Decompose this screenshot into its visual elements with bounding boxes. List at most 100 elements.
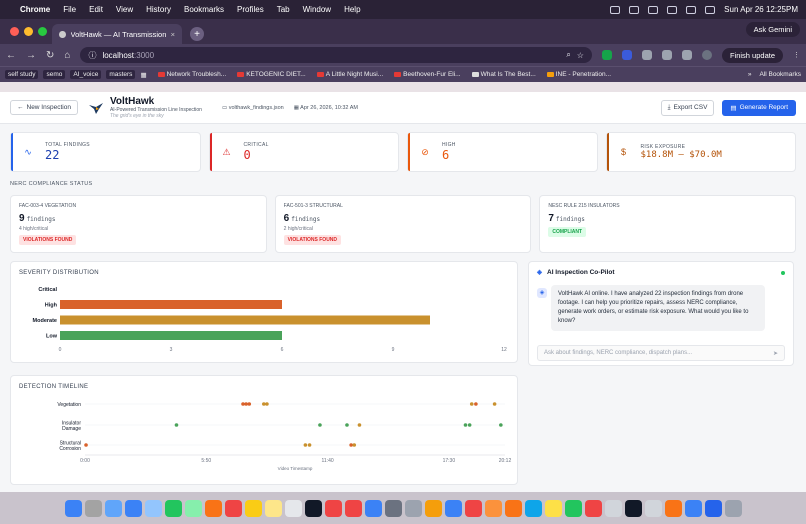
dock-app-icon[interactable] bbox=[464, 499, 482, 517]
reload-icon[interactable]: ↻ bbox=[46, 50, 54, 61]
dock-app-icon[interactable] bbox=[584, 499, 602, 517]
home-icon[interactable]: ⌂ bbox=[64, 50, 70, 61]
finish-update-button[interactable]: Finish update bbox=[721, 47, 783, 63]
status-icon[interactable] bbox=[629, 5, 640, 14]
dock-app-icon[interactable] bbox=[124, 499, 142, 517]
close-tab-icon[interactable]: × bbox=[171, 30, 175, 39]
copilot-input[interactable]: Ask about findings, NERC compliance, dis… bbox=[537, 345, 785, 361]
menu-file[interactable]: File bbox=[63, 5, 76, 14]
dock-app-icon[interactable] bbox=[504, 499, 522, 517]
menu-bookmarks[interactable]: Bookmarks bbox=[184, 5, 224, 14]
extensions-puzzle-icon[interactable] bbox=[641, 50, 652, 60]
sidepanel-icon[interactable] bbox=[661, 50, 672, 60]
menubar-clock[interactable]: Sun Apr 26 12:25PM bbox=[724, 5, 798, 14]
dock-app-icon[interactable] bbox=[284, 499, 302, 517]
dock-app-icon[interactable] bbox=[664, 499, 682, 517]
document-icon: ▤ bbox=[730, 104, 737, 112]
youtube-icon bbox=[316, 72, 324, 77]
browser-tab-active[interactable]: VoltHawk — AI Transmission L × bbox=[52, 24, 182, 44]
menu-window[interactable]: Window bbox=[303, 5, 331, 14]
menu-tab[interactable]: Tab bbox=[277, 5, 290, 14]
dock-app-icon[interactable] bbox=[644, 499, 662, 517]
dock-app-icon[interactable] bbox=[704, 499, 722, 517]
timeline-category-label: Insulator Damage bbox=[62, 420, 82, 432]
dock-app-icon[interactable] bbox=[164, 499, 182, 517]
new-tab-button[interactable]: + bbox=[190, 27, 204, 41]
menu-history[interactable]: History bbox=[146, 5, 171, 14]
dock-app-icon[interactable] bbox=[724, 499, 742, 517]
export-csv-button[interactable]: ⤓ Export CSV bbox=[660, 99, 715, 116]
dock-app-icon[interactable] bbox=[84, 499, 102, 517]
timeline-x-axis-label: Video Timestamp bbox=[278, 466, 313, 471]
youtube-icon bbox=[157, 72, 165, 77]
menu-app[interactable]: Chrome bbox=[20, 5, 50, 14]
dock-app-icon[interactable] bbox=[324, 499, 342, 517]
volume-icon[interactable] bbox=[648, 5, 659, 14]
calendar-icon: ▦ bbox=[293, 104, 299, 111]
new-inspection-button[interactable]: ← New Inspection bbox=[10, 100, 78, 115]
send-icon[interactable]: ➤ bbox=[773, 350, 778, 357]
menu-profiles[interactable]: Profiles bbox=[237, 5, 264, 14]
dock-app-icon[interactable] bbox=[444, 499, 462, 517]
dock-app-icon[interactable] bbox=[484, 499, 502, 517]
apps-grid-icon[interactable]: ▦ bbox=[140, 71, 146, 79]
dock-app-icon[interactable] bbox=[104, 499, 122, 517]
bookmark-item[interactable]: What Is The Best... bbox=[471, 71, 536, 78]
bookmarks-overflow-icon[interactable]: » bbox=[748, 71, 752, 78]
bookmark-item[interactable]: KETOGENIC DIET... bbox=[237, 71, 306, 78]
dock-app-icon[interactable] bbox=[64, 499, 82, 517]
maximize-window-button[interactable] bbox=[38, 27, 47, 36]
bookmark-star-icon[interactable]: ☆ bbox=[577, 51, 584, 60]
dock-app-icon[interactable] bbox=[344, 499, 362, 517]
bookmark-item[interactable]: INE - Penetration... bbox=[546, 71, 611, 78]
battery-icon[interactable] bbox=[667, 5, 678, 14]
bookmark-item[interactable]: Network Troublesh... bbox=[157, 71, 226, 78]
bookmark-item[interactable]: Beethoven-Fur Eli... bbox=[394, 71, 461, 78]
extension-icon[interactable] bbox=[621, 50, 632, 60]
profile-avatar[interactable] bbox=[701, 50, 712, 60]
menu-kebab-icon[interactable]: ⋮ bbox=[793, 51, 800, 59]
dock-app-icon[interactable] bbox=[264, 499, 282, 517]
menu-view[interactable]: View bbox=[116, 5, 133, 14]
dock-app-icon[interactable] bbox=[544, 499, 562, 517]
site-info-icon[interactable]: ⓘ bbox=[88, 50, 96, 61]
wifi-icon[interactable] bbox=[686, 5, 697, 14]
dock-app-icon[interactable] bbox=[204, 499, 222, 517]
search-icon[interactable] bbox=[705, 5, 716, 14]
extension-icon[interactable] bbox=[601, 50, 612, 60]
dock-app-icon[interactable] bbox=[404, 499, 422, 517]
dock-app-icon[interactable] bbox=[564, 499, 582, 517]
zoom-icon[interactable]: ⌕ bbox=[566, 50, 570, 60]
bookmark-item[interactable]: A Little Night Musi... bbox=[316, 71, 383, 78]
generate-report-button[interactable]: ▤ Generate Report bbox=[722, 99, 796, 116]
ask-gemini-button[interactable]: Ask Gemini bbox=[745, 22, 800, 37]
dock-app-icon[interactable] bbox=[144, 499, 162, 517]
minimize-window-button[interactable] bbox=[24, 27, 33, 36]
dock-app-icon[interactable] bbox=[224, 499, 242, 517]
dock-app-icon[interactable] bbox=[244, 499, 262, 517]
dock-app-icon[interactable] bbox=[624, 499, 642, 517]
dock-app-icon[interactable] bbox=[424, 499, 442, 517]
bookmark-chip[interactable]: self study bbox=[5, 70, 39, 79]
dock-app-icon[interactable] bbox=[684, 499, 702, 517]
download-icon[interactable] bbox=[681, 50, 692, 60]
bookmark-chip[interactable]: masters bbox=[106, 70, 136, 79]
dock-app-icon[interactable] bbox=[364, 499, 382, 517]
close-window-button[interactable] bbox=[10, 27, 19, 36]
dock-app-icon[interactable] bbox=[384, 499, 402, 517]
severity-bar bbox=[60, 300, 282, 309]
dock-app-icon[interactable] bbox=[304, 499, 322, 517]
status-icon[interactable] bbox=[610, 5, 621, 14]
menu-edit[interactable]: Edit bbox=[89, 5, 103, 14]
bookmark-chip[interactable]: semo bbox=[43, 70, 66, 79]
dock-app-icon[interactable] bbox=[524, 499, 542, 517]
dock-app-icon[interactable] bbox=[604, 499, 622, 517]
timeline-point bbox=[469, 402, 474, 406]
back-icon[interactable]: ← bbox=[6, 50, 16, 61]
menu-help[interactable]: Help bbox=[344, 5, 360, 14]
bookmark-chip[interactable]: AI_voice bbox=[70, 70, 102, 79]
forward-icon[interactable]: → bbox=[26, 50, 36, 61]
address-bar[interactable]: ⓘ localhost:3000 ⌕ ☆ bbox=[80, 47, 592, 63]
dock-app-icon[interactable] bbox=[184, 499, 202, 517]
all-bookmarks-button[interactable]: All Bookmarks bbox=[759, 71, 801, 78]
